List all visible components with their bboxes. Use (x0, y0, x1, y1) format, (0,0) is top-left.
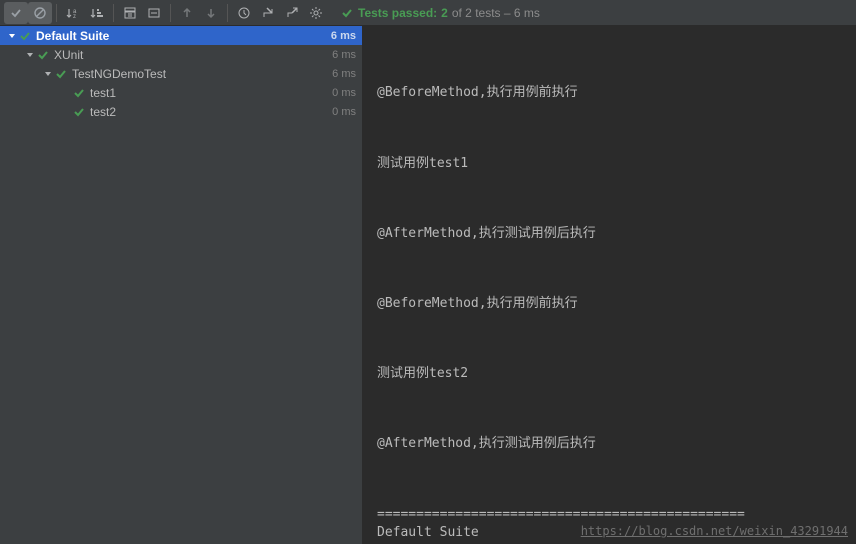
pass-icon (54, 67, 68, 81)
import-results-button[interactable] (256, 2, 280, 24)
test-node-time: 0 ms (332, 87, 356, 99)
test-status-bar: Tests passed: 2 of 2 tests – 6 ms (328, 6, 852, 20)
console-line: 测试用例test2 (377, 365, 842, 383)
expander-icon[interactable] (6, 30, 18, 42)
pass-icon (36, 48, 50, 62)
content-area: Default Suite6 msXUnit6 msTestNGDemoTest… (0, 26, 856, 544)
sort-duration-button[interactable] (85, 2, 109, 24)
watermark-text: https://blog.csdn.net/weixin_43291944 (581, 523, 848, 540)
test-node-time: 6 ms (332, 68, 356, 80)
status-total-text: of 2 tests – 6 ms (452, 6, 540, 20)
console-line: @AfterMethod,执行测试用例后执行 (377, 435, 842, 453)
toolbar-separator (227, 4, 228, 22)
toolbar-separator (170, 4, 171, 22)
show-passed-toggle[interactable] (4, 2, 28, 24)
console-line: @AfterMethod,执行测试用例后执行 (377, 225, 842, 243)
test-tree-row[interactable]: XUnit 6 ms (0, 45, 362, 64)
check-icon (340, 6, 354, 20)
expander-icon[interactable] (42, 68, 54, 80)
prev-failed-button[interactable] (175, 2, 199, 24)
test-tree-row[interactable]: test2 0 ms (0, 102, 362, 121)
status-passed-count: 2 (441, 6, 448, 20)
expand-all-button[interactable] (118, 2, 142, 24)
test-history-button[interactable] (232, 2, 256, 24)
collapse-all-button[interactable] (142, 2, 166, 24)
console-line: 测试用例test1 (377, 155, 842, 173)
test-toolbar: az Tests passed: 2 of 2 tests – 6 ms (0, 0, 856, 26)
settings-button[interactable] (304, 2, 328, 24)
test-tree-row[interactable]: TestNGDemoTest 6 ms (0, 64, 362, 83)
pass-icon (72, 105, 86, 119)
expander-icon (60, 87, 72, 99)
test-tree-row[interactable]: Default Suite 6 ms (0, 26, 362, 45)
test-node-name: TestNGDemoTest (72, 67, 166, 81)
test-node-time: 6 ms (332, 49, 356, 61)
export-results-button[interactable] (280, 2, 304, 24)
sort-alpha-button[interactable]: az (61, 2, 85, 24)
toolbar-separator (56, 4, 57, 22)
next-failed-button[interactable] (199, 2, 223, 24)
test-tree-row[interactable]: test1 0 ms (0, 83, 362, 102)
test-node-name: test1 (90, 86, 116, 100)
expander-icon (60, 106, 72, 118)
console-output[interactable]: @BeforeMethod,执行用例前执行测试用例test1 @AfterMeth… (363, 26, 856, 544)
console-line: @BeforeMethod,执行用例前执行 (377, 295, 842, 313)
status-prefix: Tests passed: (358, 6, 437, 20)
pass-icon (72, 86, 86, 100)
test-node-name: XUnit (54, 48, 83, 62)
pass-icon (18, 29, 32, 43)
svg-text:z: z (73, 14, 76, 19)
expander-icon[interactable] (24, 49, 36, 61)
console-line: @BeforeMethod,执行用例前执行 (377, 84, 842, 102)
test-node-time: 0 ms (332, 106, 356, 118)
test-node-time: 6 ms (331, 30, 356, 42)
toolbar-separator (113, 4, 114, 22)
test-node-name: test2 (90, 105, 116, 119)
test-node-name: Default Suite (36, 29, 109, 43)
test-tree-panel[interactable]: Default Suite6 msXUnit6 msTestNGDemoTest… (0, 26, 363, 544)
show-ignored-toggle[interactable] (28, 2, 52, 24)
